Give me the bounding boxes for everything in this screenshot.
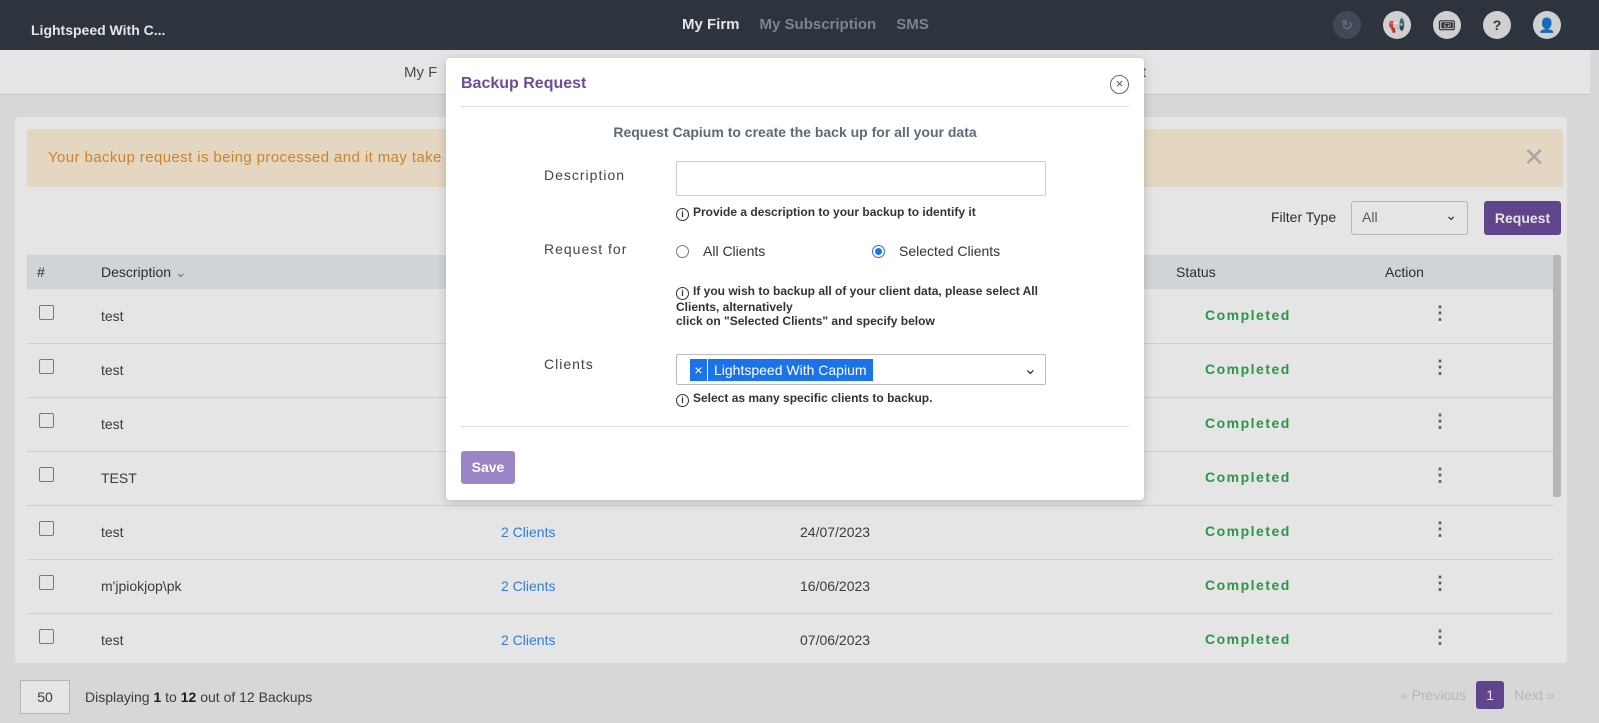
info-icon: i [676,208,689,221]
request-for-hint: i If you wish to backup all of your clien… [676,284,1038,328]
modal-subtitle: Request Capium to create the back up for… [613,124,977,140]
request-for-hint-line-2: Clients, alternatively [676,300,793,314]
close-icon[interactable]: × [1110,75,1129,94]
client-chip: × Lightspeed With Capium [690,359,873,381]
description-input[interactable] [676,161,1046,196]
modal-divider [461,426,1129,427]
info-icon: i [676,394,689,407]
radio-selected-clients[interactable] [872,245,885,258]
clients-hint: i Select as many specific clients to back… [676,391,932,407]
radio-selected-clients-label[interactable]: Selected Clients [899,243,1000,259]
clients-label: Clients [544,356,594,372]
save-button[interactable]: Save [461,451,515,484]
backup-request-modal: Backup Request × Request Capium to creat… [446,58,1144,500]
request-for-hint-line-1: If you wish to backup all of your client… [693,284,1038,298]
request-for-label: Request for [544,241,628,257]
clients-hint-text: Select as many specific clients to backu… [693,391,933,405]
description-hint-text: Provide a description to your backup to … [693,205,976,219]
radio-all-clients[interactable] [676,245,689,258]
modal-title: Backup Request [461,75,587,92]
info-icon: i [676,287,689,300]
client-chip-label: Lightspeed With Capium [714,362,867,378]
request-for-hint-line-3: click on "Selected Clients" and specify … [676,314,935,328]
description-hint: i Provide a description to your backup to… [676,205,976,221]
radio-all-clients-label[interactable]: All Clients [703,243,765,259]
modal-divider [461,106,1129,107]
clients-multiselect[interactable]: × Lightspeed With Capium ⌄ [676,354,1046,385]
description-label: Description [544,167,626,183]
chevron-down-icon[interactable]: ⌄ [1024,359,1037,379]
remove-chip-icon[interactable]: × [690,359,708,381]
